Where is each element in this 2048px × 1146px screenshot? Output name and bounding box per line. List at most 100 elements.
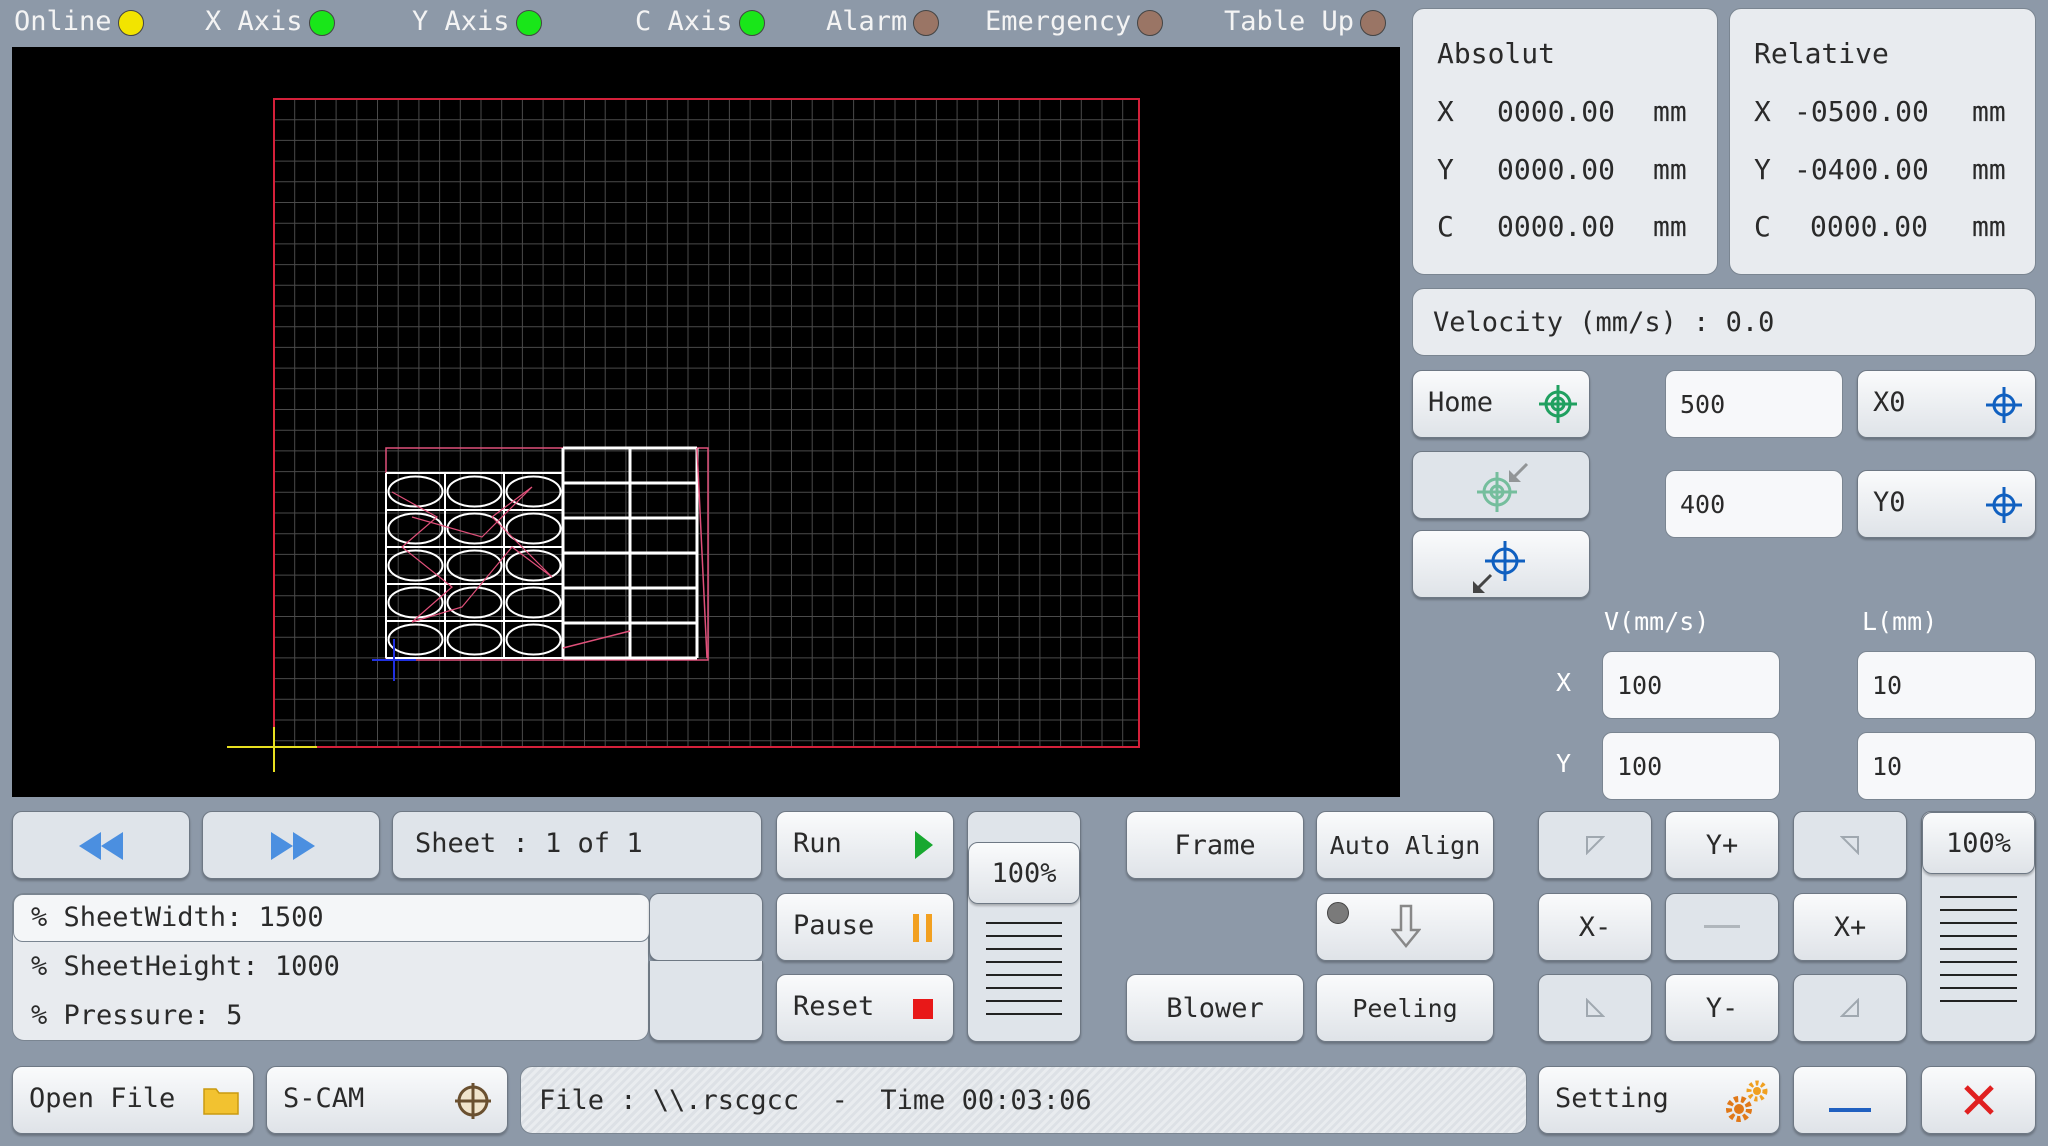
y0-input[interactable]: 400	[1665, 470, 1843, 538]
frame-button[interactable]: Frame	[1126, 811, 1304, 879]
indicator-led-icon	[1327, 902, 1349, 924]
setting-label: Setting	[1555, 1083, 1669, 1114]
scroll-track[interactable]	[649, 961, 763, 1041]
home-label: Home	[1428, 387, 1494, 418]
x0-input[interactable]: 500	[1665, 370, 1843, 438]
jog-x-plus-button[interactable]: X+	[1793, 893, 1907, 961]
auto-align-label: Auto Align	[1329, 830, 1481, 860]
x-speed-input[interactable]: 100	[1602, 651, 1780, 719]
target-arrow-out-icon	[1471, 537, 1531, 593]
set-y0-button[interactable]: Y0	[1857, 470, 2036, 538]
jog-down-left-button[interactable]	[1538, 974, 1652, 1042]
length-column-header: L(mm)	[1862, 607, 1938, 636]
absolute-x-value: 0000.00	[1497, 95, 1616, 128]
emergency-led-icon	[1137, 9, 1164, 36]
close-button[interactable]	[1921, 1066, 2036, 1134]
y0-input-value: 400	[1680, 489, 1726, 519]
pause-icon	[913, 914, 933, 942]
setting-button[interactable]: Setting	[1538, 1066, 1780, 1134]
crosshair-blue-icon	[1984, 485, 2024, 525]
jog-speed-slider-track[interactable]: 100%	[1921, 811, 2036, 1042]
jog-up-right-button[interactable]	[1793, 811, 1907, 879]
status-alarm: Alarm	[826, 6, 940, 37]
y-plus-label: Y+	[1705, 829, 1739, 861]
parameters-panel: % SheetWidth: 1500 % SheetHeight: 1000 %…	[12, 893, 650, 1041]
double-left-arrow-icon	[79, 832, 123, 860]
set-x0-button[interactable]: X0	[1857, 370, 2036, 438]
x-plus-label: X+	[1833, 911, 1867, 943]
table-up-led-icon	[1360, 9, 1387, 36]
absolute-c-label: C	[1437, 210, 1454, 243]
origin-marker	[372, 639, 416, 681]
jog-y-minus-button[interactable]: Y-	[1665, 974, 1779, 1042]
jog-center-button[interactable]	[1665, 893, 1779, 961]
open-file-button[interactable]: Open File	[12, 1066, 254, 1134]
y-axis-led-icon	[515, 9, 542, 36]
stop-icon	[913, 999, 933, 1019]
y-length-input[interactable]: 10	[1857, 732, 2036, 800]
open-file-label: Open File	[29, 1083, 176, 1114]
jog-x-label: X	[1556, 668, 1572, 697]
y0-label: Y0	[1873, 487, 1906, 518]
speed-slider-handle[interactable]: 100%	[968, 842, 1080, 904]
file-info-display: File : \\.rscgcc - Time 00:03:06	[520, 1066, 1527, 1134]
part-ellipse	[505, 586, 562, 619]
relative-y-label: Y	[1754, 153, 1771, 186]
sheet-height-param: % SheetHeight: 1000	[31, 951, 340, 982]
goto-origin-button[interactable]	[1412, 451, 1590, 519]
sheet-indicator: Sheet : 1 of 1	[392, 811, 762, 879]
auto-align-button[interactable]: Auto Align	[1316, 811, 1494, 879]
velocity-display: Velocity (mm/s) : 0.0	[1412, 288, 2036, 356]
close-icon	[1963, 1084, 1995, 1116]
run-button[interactable]: Run	[776, 811, 954, 879]
status-c-axis: C Axis	[635, 6, 765, 37]
pause-button[interactable]: Pause	[776, 893, 954, 961]
online-led-icon	[117, 9, 144, 36]
previous-sheet-button[interactable]	[12, 811, 190, 879]
y-speed-input[interactable]: 100	[1602, 732, 1780, 800]
speed-column-header: V(mm/s)	[1604, 607, 1710, 636]
part-ellipse	[505, 549, 562, 582]
y-minus-label: Y-	[1705, 992, 1739, 1024]
cutting-canvas[interactable]	[12, 47, 1400, 797]
relative-title: Relative	[1754, 37, 1889, 70]
arrow-down-left-icon	[1585, 998, 1605, 1018]
jog-y-plus-button[interactable]: Y+	[1665, 811, 1779, 879]
head-down-button[interactable]	[1316, 893, 1494, 961]
relative-x-label: X	[1754, 95, 1771, 128]
target-icon	[1537, 383, 1579, 425]
status-online: Online	[14, 6, 144, 37]
peeling-label: Peeling	[1352, 993, 1458, 1023]
jog-up-left-button[interactable]	[1538, 811, 1652, 879]
minimize-button[interactable]	[1793, 1066, 1907, 1134]
home-button[interactable]: Home	[1412, 370, 1590, 438]
jog-down-right-button[interactable]	[1793, 974, 1907, 1042]
next-sheet-button[interactable]	[202, 811, 380, 879]
x-length-input[interactable]: 10	[1857, 651, 2036, 719]
jog-speed-slider-handle[interactable]: 100%	[1922, 812, 2035, 874]
velocity-text: Velocity (mm/s) : 0.0	[1433, 306, 1775, 338]
speed-slider-track[interactable]: 100%	[967, 811, 1081, 1042]
reset-button[interactable]: Reset	[776, 974, 954, 1042]
x-speed-value: 100	[1617, 670, 1663, 700]
arrow-down-right-icon	[1840, 998, 1860, 1018]
s-cam-button[interactable]: S-CAM	[266, 1066, 508, 1134]
x-length-value: 10	[1872, 670, 1903, 700]
relative-c-unit: mm	[1972, 210, 2006, 243]
scroll-up-button[interactable]	[649, 893, 763, 961]
set-origin-button[interactable]	[1412, 530, 1590, 598]
frame-label: Frame	[1174, 829, 1256, 861]
peeling-button[interactable]: Peeling	[1316, 974, 1494, 1042]
jog-x-minus-button[interactable]: X-	[1538, 893, 1652, 961]
arrow-up-right-icon	[1840, 835, 1860, 855]
sheet-width-param: % SheetWidth: 1500	[31, 902, 324, 933]
dash-icon	[1704, 925, 1740, 929]
down-arrow-icon	[1391, 904, 1421, 948]
status-online-label: Online	[14, 6, 112, 37]
arrow-up-left-icon	[1585, 835, 1605, 855]
blower-button[interactable]: Blower	[1126, 974, 1304, 1042]
part-ellipse	[446, 623, 503, 656]
relative-x-unit: mm	[1972, 95, 2006, 128]
part-ellipse	[446, 549, 503, 582]
part-ellipse	[505, 623, 562, 656]
